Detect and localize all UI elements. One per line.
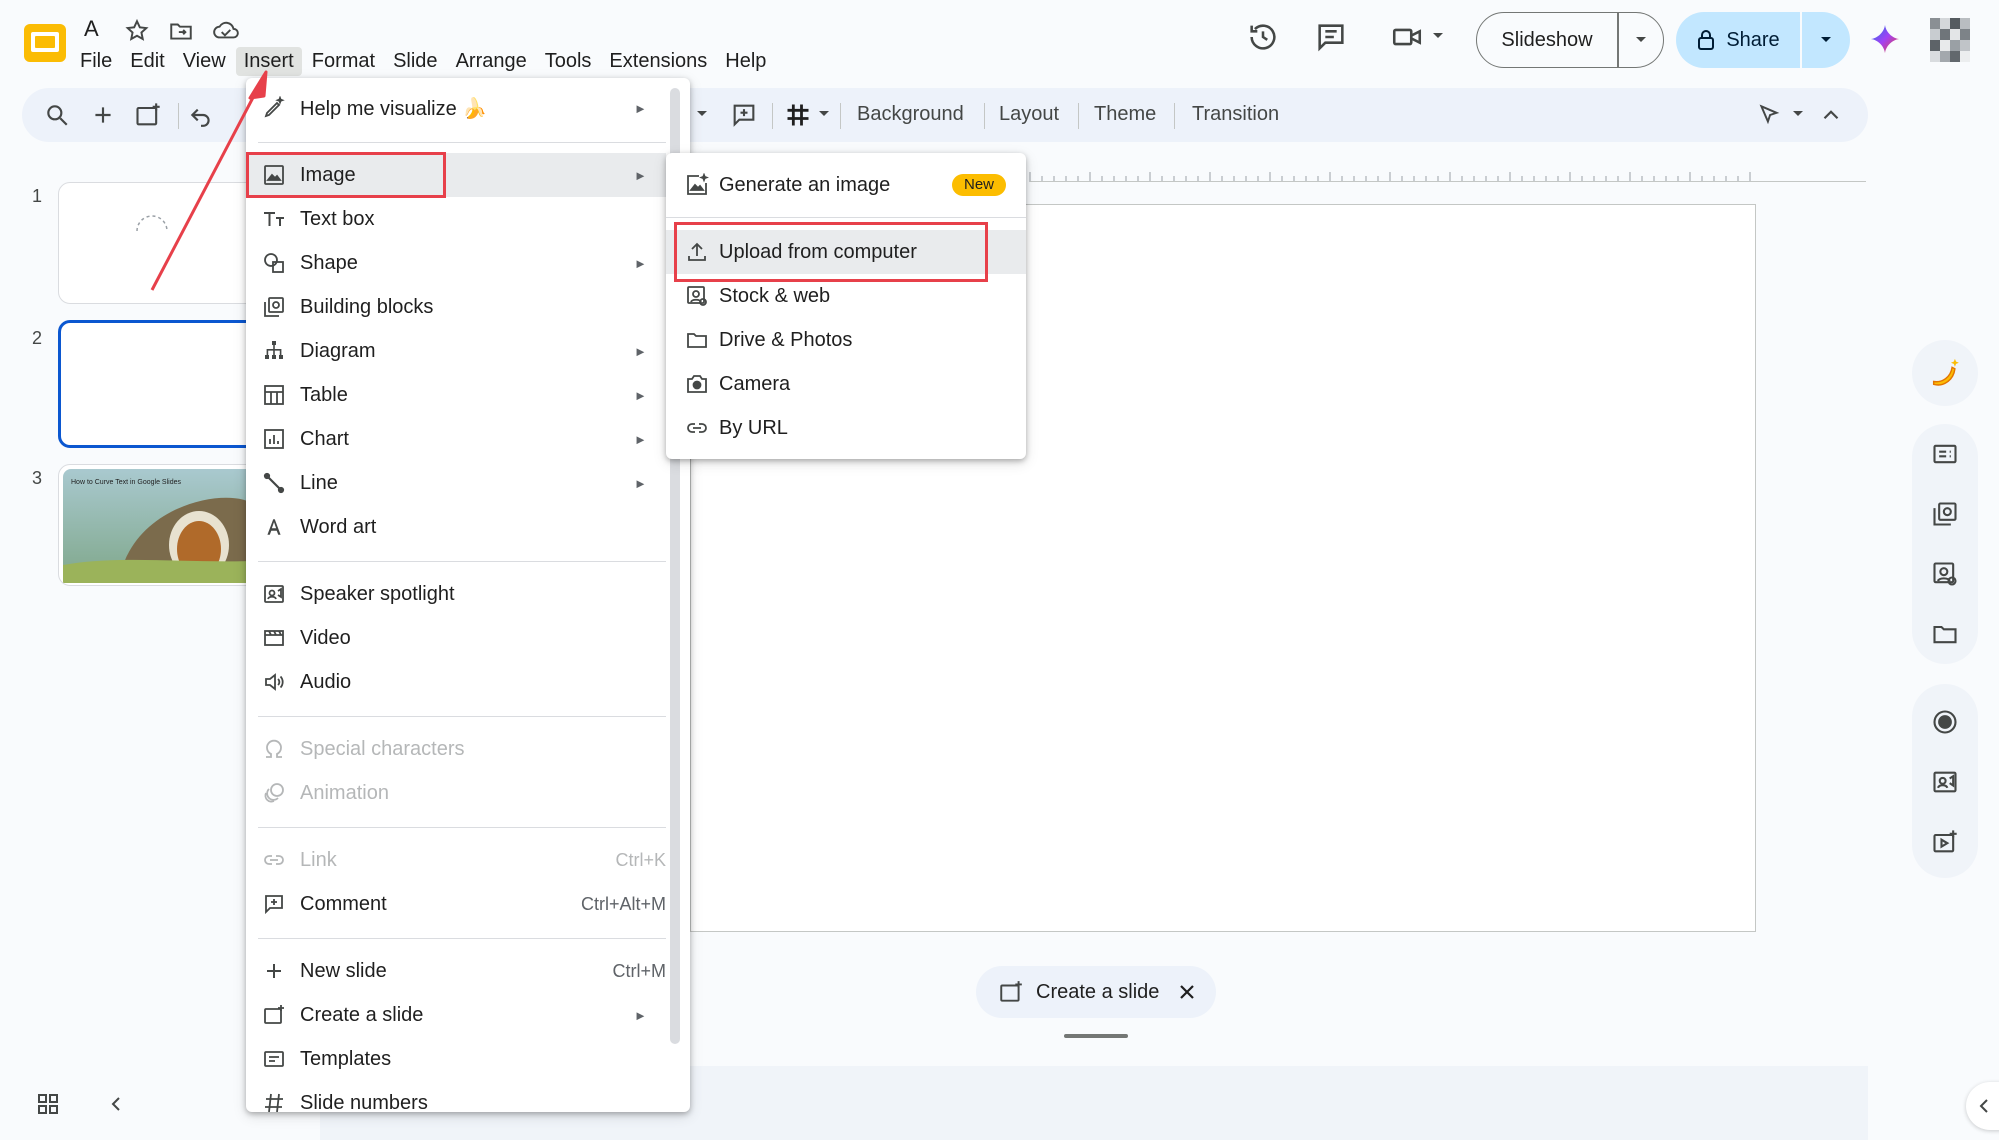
annotation-arrow <box>150 70 268 291</box>
